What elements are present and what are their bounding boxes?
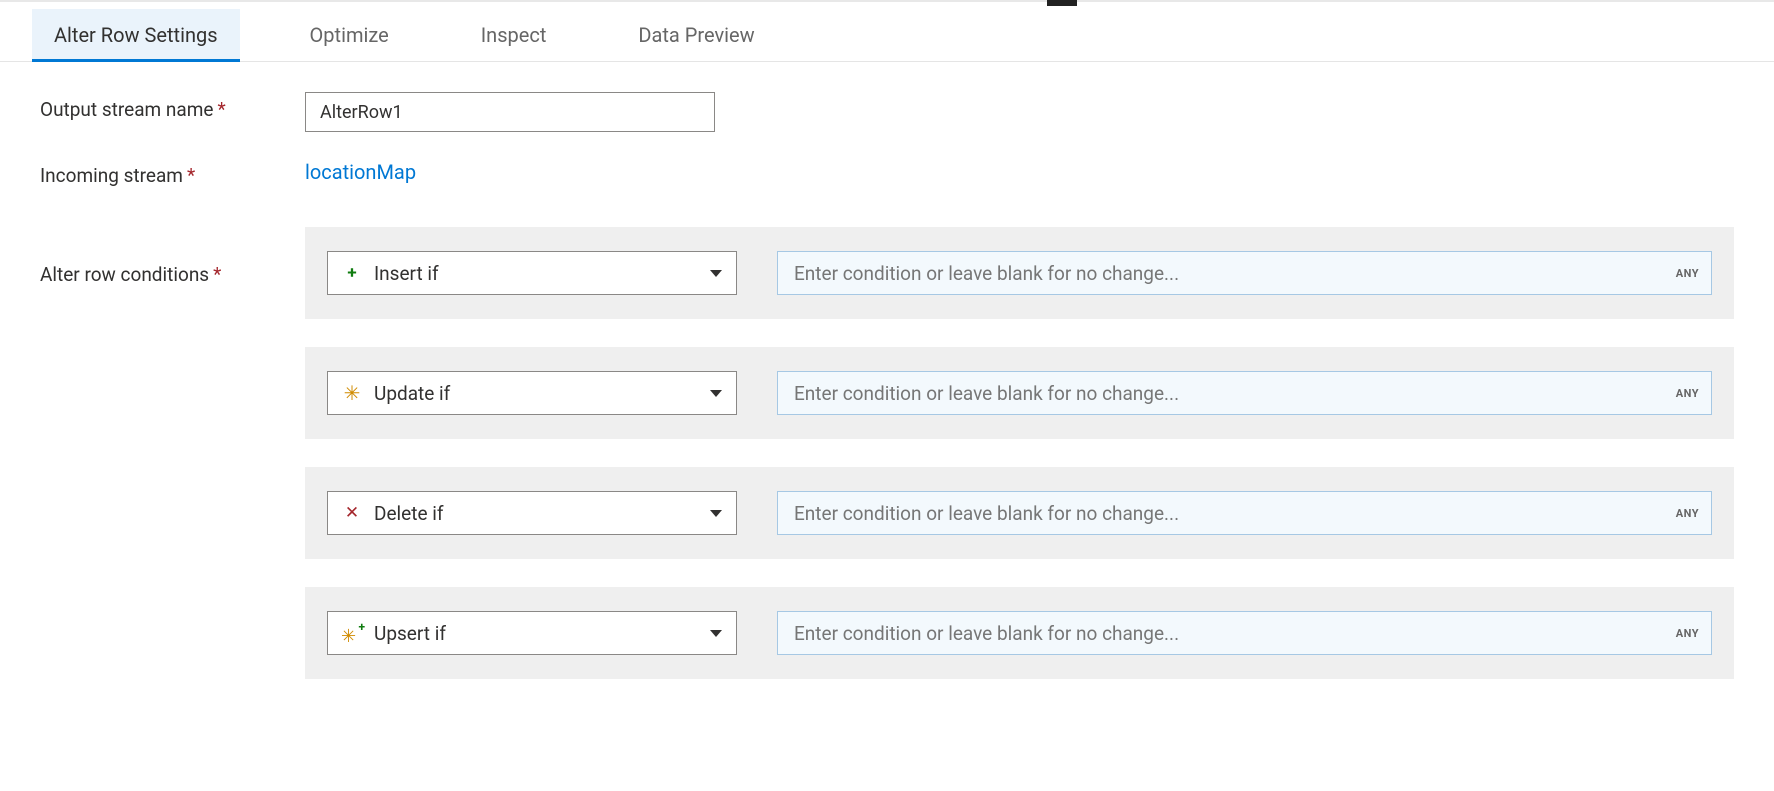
any-badge: ANY xyxy=(1676,507,1711,520)
upsert-icon: ✳+ xyxy=(342,624,362,642)
label-incoming-stream: Incoming stream* xyxy=(40,158,305,187)
condition-expression-input[interactable] xyxy=(778,372,1676,414)
chevron-down-icon xyxy=(710,270,722,277)
condition-type-label: Upsert if xyxy=(374,622,710,645)
label-alter-row-conditions-text: Alter row conditions xyxy=(40,263,209,286)
label-incoming-stream-text: Incoming stream xyxy=(40,164,183,187)
condition-type-select-insert[interactable]: + Insert if xyxy=(327,251,737,295)
row-output-stream-name: Output stream name* xyxy=(40,92,1734,132)
condition-expression-field-update[interactable]: ANY xyxy=(777,371,1712,415)
any-badge: ANY xyxy=(1676,267,1711,280)
condition-expression-field-upsert[interactable]: ANY xyxy=(777,611,1712,655)
condition-type-select-upsert[interactable]: ✳+ Upsert if xyxy=(327,611,737,655)
condition-row-update: ✳ Update if ANY xyxy=(305,347,1734,439)
form-area: Output stream name* Incoming stream* loc… xyxy=(0,62,1774,679)
required-asterisk: * xyxy=(217,98,225,121)
condition-expression-input[interactable] xyxy=(778,492,1676,534)
required-asterisk: * xyxy=(213,263,221,286)
any-badge: ANY xyxy=(1676,387,1711,400)
conditions-column: + Insert if ANY ✳ Update if AN xyxy=(305,227,1734,679)
star-icon: ✳ xyxy=(342,383,362,403)
condition-row-insert: + Insert if ANY xyxy=(305,227,1734,319)
condition-expression-field-delete[interactable]: ANY xyxy=(777,491,1712,535)
plus-icon: + xyxy=(342,265,362,282)
tab-alter-row-settings[interactable]: Alter Row Settings xyxy=(32,9,240,61)
x-icon: ✕ xyxy=(342,505,362,522)
output-stream-name-input[interactable] xyxy=(305,92,715,132)
label-alter-row-conditions: Alter row conditions* xyxy=(40,227,305,286)
tab-optimize[interactable]: Optimize xyxy=(288,9,411,61)
condition-row-upsert: ✳+ Upsert if ANY xyxy=(305,587,1734,679)
condition-expression-field-insert[interactable]: ANY xyxy=(777,251,1712,295)
condition-expression-input[interactable] xyxy=(778,612,1676,654)
chevron-down-icon xyxy=(710,510,722,517)
condition-type-label: Update if xyxy=(374,382,710,405)
required-asterisk: * xyxy=(187,164,195,187)
any-badge: ANY xyxy=(1676,627,1711,640)
condition-type-label: Insert if xyxy=(374,262,710,285)
condition-expression-input[interactable] xyxy=(778,252,1676,294)
label-output-stream-name-text: Output stream name xyxy=(40,98,213,121)
condition-row-delete: ✕ Delete if ANY xyxy=(305,467,1734,559)
chevron-down-icon xyxy=(710,390,722,397)
label-output-stream-name: Output stream name* xyxy=(40,92,305,121)
tabs-bar: Alter Row Settings Optimize Inspect Data… xyxy=(0,2,1774,62)
tab-data-preview[interactable]: Data Preview xyxy=(616,9,776,61)
chevron-down-icon xyxy=(710,630,722,637)
row-alter-row-conditions: Alter row conditions* + Insert if ANY ✳ xyxy=(40,227,1734,679)
tab-inspect[interactable]: Inspect xyxy=(459,9,569,61)
condition-type-label: Delete if xyxy=(374,502,710,525)
row-incoming-stream: Incoming stream* locationMap xyxy=(40,158,1734,187)
condition-type-select-update[interactable]: ✳ Update if xyxy=(327,371,737,415)
condition-type-select-delete[interactable]: ✕ Delete if xyxy=(327,491,737,535)
incoming-stream-link[interactable]: locationMap xyxy=(305,158,416,184)
